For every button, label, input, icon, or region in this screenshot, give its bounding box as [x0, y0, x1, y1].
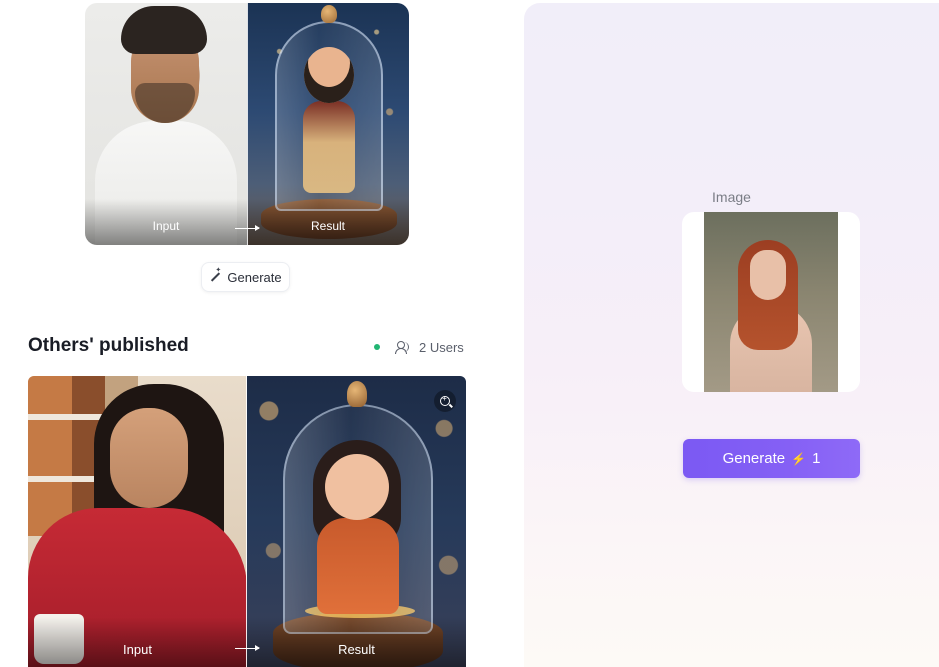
- published-result-label: Result: [338, 642, 375, 657]
- generate-button-label: Generate: [722, 450, 786, 467]
- example-result-label: Result: [310, 219, 345, 233]
- page: Input Result Generate Others' published …: [0, 0, 939, 667]
- uploaded-image-frame[interactable]: [682, 212, 860, 392]
- example-divider: [247, 3, 248, 245]
- published-input-label: Input: [123, 642, 152, 657]
- online-status-dot: [374, 344, 380, 350]
- users-count: 2 Users: [419, 339, 464, 355]
- generate-example-button[interactable]: Generate: [201, 262, 290, 292]
- magic-wand-icon: [209, 266, 221, 283]
- lightning-bolt-icon: ⚡: [791, 451, 807, 466]
- generate-example-label: Generate: [227, 269, 282, 285]
- zoom-in-icon[interactable]: [434, 390, 456, 412]
- image-label: Image: [712, 189, 751, 205]
- section-title: Others' published: [28, 335, 189, 356]
- uploaded-image: [704, 212, 838, 392]
- example-input-label: Input: [152, 219, 180, 233]
- published-before-after[interactable]: Input Result: [28, 376, 466, 667]
- users-icon: [395, 340, 410, 354]
- users-indicator: 2 Users: [374, 339, 464, 355]
- generate-panel: Image Generate ⚡ 1: [524, 3, 939, 667]
- arrow-right-icon: [235, 225, 260, 231]
- example-result-image: Result: [247, 3, 409, 245]
- published-divider: [246, 376, 247, 667]
- generate-button[interactable]: Generate ⚡ 1: [683, 439, 860, 478]
- example-input-image: Input: [85, 3, 247, 245]
- credit-cost: 1: [812, 450, 821, 467]
- arrow-right-icon: [235, 645, 260, 651]
- example-before-after: Input Result: [85, 3, 409, 245]
